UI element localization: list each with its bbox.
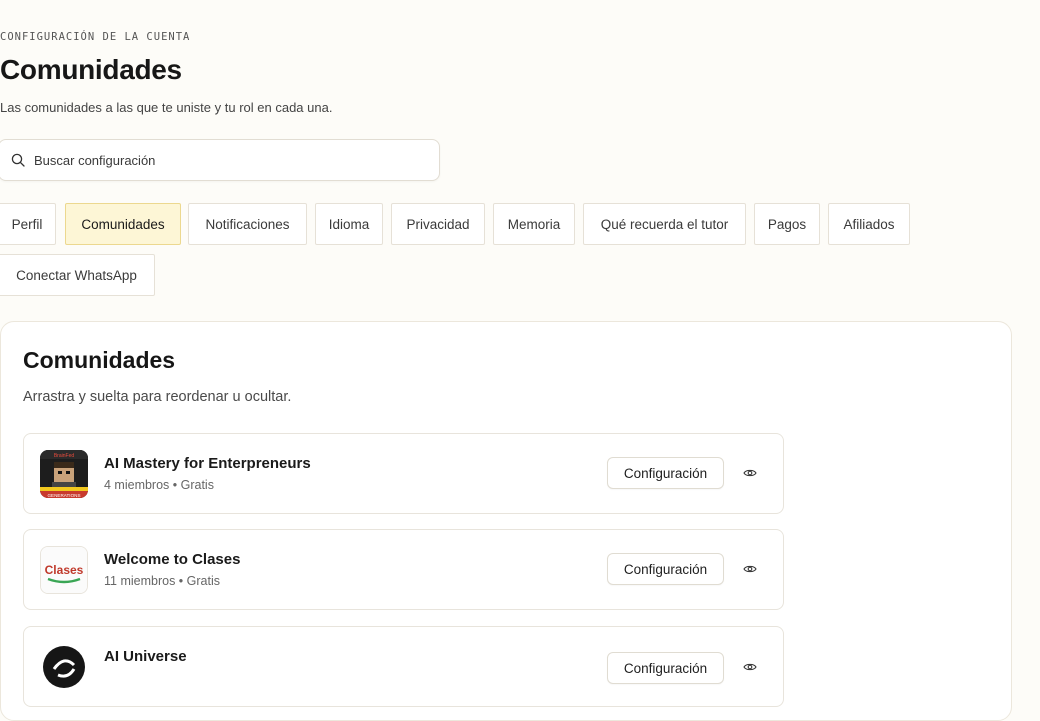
community-name: Welcome to Clases: [104, 551, 241, 568]
visibility-eye-icon[interactable]: [739, 464, 761, 482]
tab-que-recuerda-el-tutor[interactable]: Qué recuerda el tutor: [583, 203, 746, 245]
community-thumbnail: BrainFed GENERATIONS: [40, 450, 88, 498]
tab-pagos[interactable]: Pagos: [754, 203, 820, 245]
thumb-logo-text: Clases: [45, 563, 84, 577]
visibility-eye-icon[interactable]: [739, 560, 761, 578]
community-settings-button[interactable]: Configuración: [607, 457, 724, 489]
search-box[interactable]: [0, 139, 440, 181]
tab-conectar-whatsapp[interactable]: Conectar WhatsApp: [0, 254, 155, 296]
tab-privacidad[interactable]: Privacidad: [391, 203, 485, 245]
community-settings-button[interactable]: Configuración: [607, 652, 724, 684]
page-subtitle: Las comunidades a las que te uniste y tu…: [0, 100, 333, 115]
community-item[interactable]: BrainFed GENERATIONS AI Mastery for Ente…: [23, 433, 784, 514]
tab-perfil[interactable]: Perfil: [0, 203, 56, 245]
section-title: Comunidades: [23, 347, 176, 373]
tab-afiliados[interactable]: Afiliados: [828, 203, 910, 245]
visibility-eye-icon[interactable]: [739, 658, 761, 676]
community-thumbnail: [40, 643, 88, 691]
page-title: Comunidades: [0, 54, 182, 85]
thumb-caption-text: GENERATIONS: [47, 493, 80, 498]
tab-notificaciones[interactable]: Notificaciones: [188, 203, 307, 245]
thumb-header-text: BrainFed: [54, 453, 75, 459]
community-item[interactable]: Clases Welcome to Clases 11 miembros • G…: [23, 529, 784, 610]
search-icon: [11, 153, 25, 167]
tab-memoria[interactable]: Memoria: [493, 203, 575, 245]
community-name: AI Mastery for Enterpreneurs: [104, 455, 311, 472]
tab-comunidades[interactable]: Comunidades: [65, 203, 181, 245]
section-eyebrow: CONFIGURACIÓN DE LA CUENTA: [0, 31, 191, 43]
search-input[interactable]: [34, 152, 414, 168]
community-item[interactable]: AI Universe Configuración: [23, 626, 784, 707]
community-meta: 4 miembros • Gratis: [104, 478, 214, 492]
community-thumbnail: Clases: [40, 546, 88, 594]
section-description: Arrastra y suelta para reordenar u ocult…: [23, 389, 292, 405]
community-name: AI Universe: [104, 648, 187, 665]
tab-idioma[interactable]: Idioma: [315, 203, 383, 245]
community-meta: 11 miembros • Gratis: [104, 574, 220, 588]
community-settings-button[interactable]: Configuración: [607, 553, 724, 585]
